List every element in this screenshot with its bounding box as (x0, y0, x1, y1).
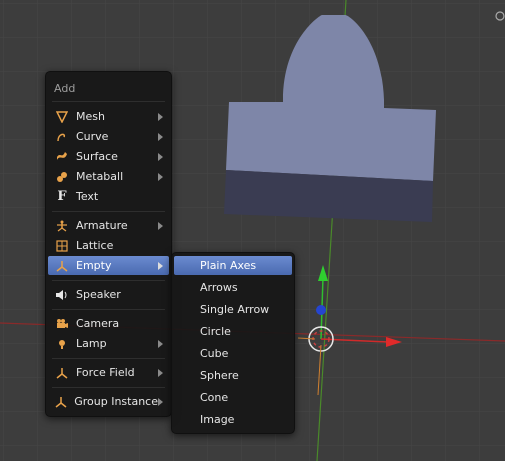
menu-item-speaker[interactable]: Speaker (48, 285, 169, 304)
submenu-arrow-icon (158, 339, 163, 348)
menu-item-label: Lamp (76, 337, 107, 350)
menu-item-curve[interactable]: Curve (48, 127, 169, 146)
menu-item-label: Force Field (76, 366, 135, 379)
submenu-item-cube[interactable]: Cube (174, 344, 292, 363)
submenu-item-cone[interactable]: Cone (174, 388, 292, 407)
menu-separator (52, 211, 165, 212)
menu-item-label: Armature (76, 219, 128, 232)
submenu-arrow-icon (158, 397, 163, 406)
group-instance-icon (54, 394, 68, 410)
mesh-icon (54, 109, 70, 125)
armature-icon (54, 218, 70, 234)
menu-item-force-field[interactable]: Force Field (48, 363, 169, 382)
menu-item-label: Text (76, 190, 99, 203)
empty-icon (54, 258, 70, 274)
submenu-arrow-icon (158, 172, 163, 181)
menu-item-label: Mesh (76, 110, 105, 123)
force-field-icon (54, 365, 70, 381)
menu-title: Add (54, 82, 76, 95)
menu-item-surface[interactable]: Surface (48, 147, 169, 166)
menu-separator (52, 101, 165, 102)
menu-item-group-instance[interactable]: Group Instance (48, 392, 169, 411)
menu-separator (52, 280, 165, 281)
menu-item-mesh[interactable]: Mesh (48, 107, 169, 126)
empty-submenu: Plain Axes Arrows Single Arrow Circle Cu… (171, 252, 295, 434)
submenu-item-sphere[interactable]: Sphere (174, 366, 292, 385)
camera-icon (54, 316, 70, 332)
submenu-item-plain-axes[interactable]: Plain Axes (174, 256, 292, 275)
submenu-item-single-arrow[interactable]: Single Arrow (174, 300, 292, 319)
submenu-item-image[interactable]: Image (174, 410, 292, 429)
menu-item-empty[interactable]: Empty (48, 256, 169, 275)
speaker-icon (54, 287, 70, 303)
menu-item-text[interactable]: F Text (48, 187, 169, 206)
menu-item-lattice[interactable]: Lattice (48, 236, 169, 255)
menu-item-label: Empty (76, 259, 112, 272)
menu-item-label: Camera (76, 317, 120, 330)
menu-item-metaball[interactable]: Metaball (48, 167, 169, 186)
menu-item-label: Curve (76, 130, 109, 143)
menu-item-camera[interactable]: Camera (48, 314, 169, 333)
metaball-icon (54, 169, 70, 185)
curve-icon (54, 129, 70, 145)
menu-item-label: Lattice (76, 239, 114, 252)
menu-separator (52, 309, 165, 310)
menu-item-lamp[interactable]: Lamp (48, 334, 169, 353)
surface-icon (54, 149, 70, 165)
menu-item-label: Speaker (76, 288, 121, 301)
lattice-icon (54, 238, 70, 254)
menu-separator (52, 387, 165, 388)
submenu-arrow-icon (158, 368, 163, 377)
menu-item-label: Surface (76, 150, 118, 163)
text-icon: F (57, 189, 67, 204)
menu-item-label: Group Instance (74, 395, 158, 408)
lamp-icon (54, 336, 70, 352)
submenu-arrow-icon (158, 261, 163, 270)
submenu-arrow-icon (158, 152, 163, 161)
add-menu: Add Mesh Curve Surface Metaball F Text A… (45, 71, 172, 417)
submenu-arrow-icon (158, 132, 163, 141)
menu-item-label: Metaball (76, 170, 124, 183)
menu-item-armature[interactable]: Armature (48, 216, 169, 235)
submenu-arrow-icon (158, 221, 163, 230)
submenu-item-arrows[interactable]: Arrows (174, 278, 292, 297)
submenu-arrow-icon (158, 112, 163, 121)
menu-separator (52, 358, 165, 359)
submenu-item-circle[interactable]: Circle (174, 322, 292, 341)
